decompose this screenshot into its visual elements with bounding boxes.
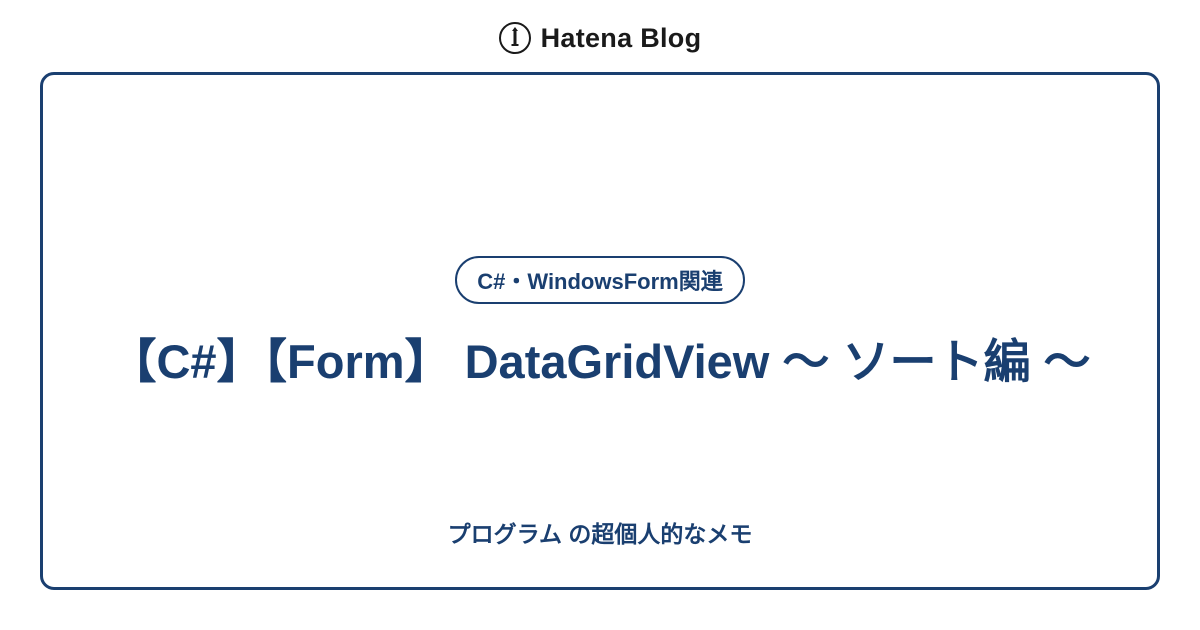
brand-header: Hatena Blog (0, 0, 1200, 72)
category-badge: C#・WindowsForm関連 (455, 256, 744, 304)
article-title: 【C#】【Form】 DataGridView ～ ソート編 ～ (109, 328, 1090, 396)
brand-name: Hatena Blog (541, 23, 702, 54)
article-card: C#・WindowsForm関連 【C#】【Form】 DataGridView… (40, 72, 1160, 590)
blog-name: プログラム の超個人的なメモ (448, 515, 753, 549)
hatena-logo-icon (499, 22, 531, 54)
